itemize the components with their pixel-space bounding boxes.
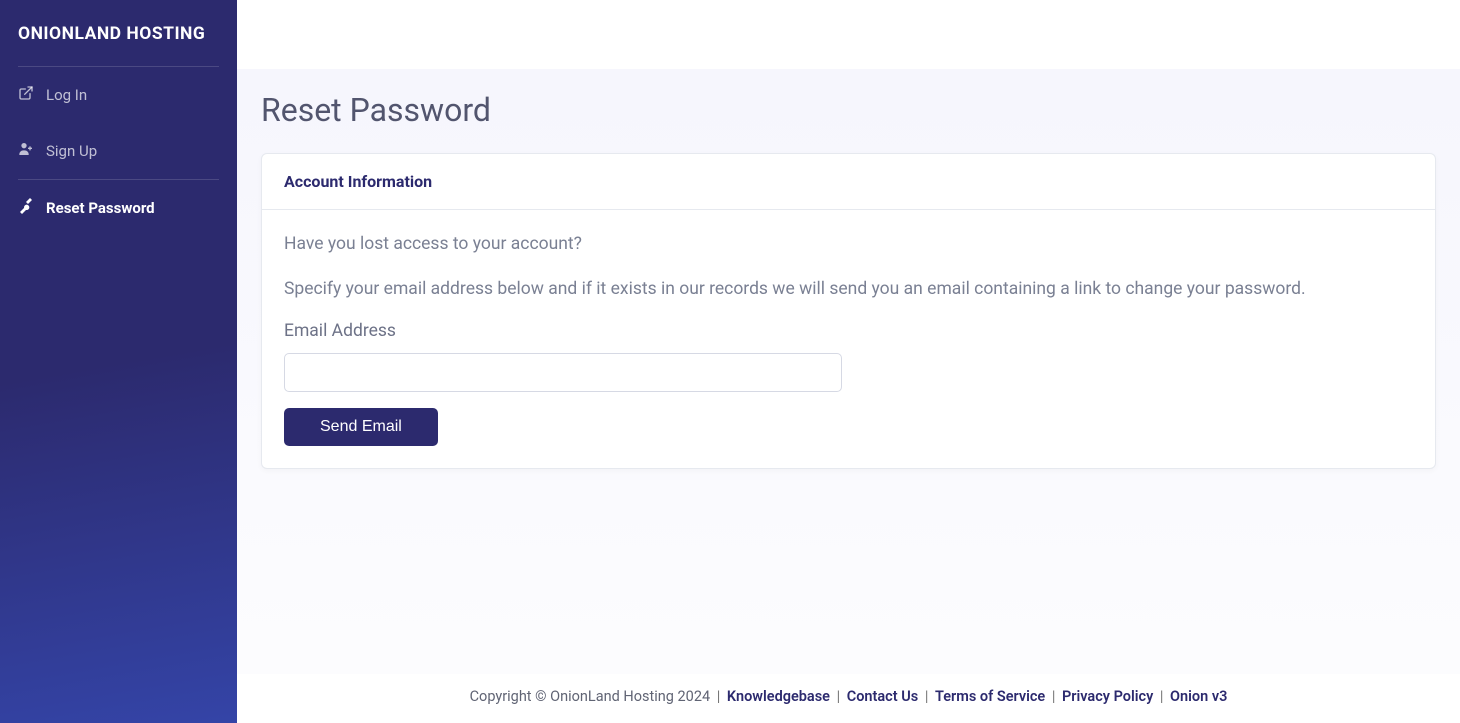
separator: | — [717, 688, 724, 705]
external-link-icon — [18, 85, 46, 105]
tools-icon — [18, 198, 46, 218]
page-title: Reset Password — [261, 91, 1436, 129]
separator: | — [1160, 688, 1167, 705]
user-plus-icon — [18, 141, 46, 161]
top-bar — [237, 0, 1460, 69]
account-info-card: Account Information Have you lost access… — [261, 153, 1436, 469]
footer: Copyright © OnionLand Hosting 2024 | Kno… — [237, 674, 1460, 723]
copyright-text: Copyright © OnionLand Hosting 2024 — [470, 688, 711, 705]
footer-link-tos[interactable]: Terms of Service — [935, 688, 1045, 705]
lead-text-1: Have you lost access to your account? — [284, 232, 1413, 257]
separator: | — [837, 688, 844, 705]
content-area: Reset Password Account Information Have … — [237, 69, 1460, 674]
separator: | — [925, 688, 932, 705]
send-email-button[interactable]: Send Email — [284, 408, 438, 446]
footer-link-privacy[interactable]: Privacy Policy — [1062, 688, 1153, 705]
card-body: Have you lost access to your account? Sp… — [262, 210, 1435, 468]
sidebar: ONIONLAND HOSTING Log In Sign Up Reset P… — [0, 0, 237, 723]
sidebar-item-label: Log In — [46, 86, 87, 104]
email-label: Email Address — [284, 321, 1413, 341]
footer-link-contact[interactable]: Contact Us — [847, 688, 918, 705]
footer-link-knowledgebase[interactable]: Knowledgebase — [727, 688, 830, 705]
email-field[interactable] — [284, 353, 842, 392]
separator: | — [1052, 688, 1059, 705]
footer-link-onion[interactable]: Onion v3 — [1170, 688, 1227, 705]
sidebar-item-login[interactable]: Log In — [0, 67, 237, 123]
main-content: Reset Password Account Information Have … — [237, 0, 1460, 723]
card-header: Account Information — [262, 154, 1435, 210]
lead-text-2: Specify your email address below and if … — [284, 277, 1413, 302]
sidebar-item-signup[interactable]: Sign Up — [0, 123, 237, 179]
sidebar-item-label: Reset Password — [46, 199, 155, 217]
brand-logo[interactable]: ONIONLAND HOSTING — [0, 0, 237, 66]
sidebar-item-reset-password[interactable]: Reset Password — [0, 180, 237, 236]
sidebar-item-label: Sign Up — [46, 142, 97, 160]
